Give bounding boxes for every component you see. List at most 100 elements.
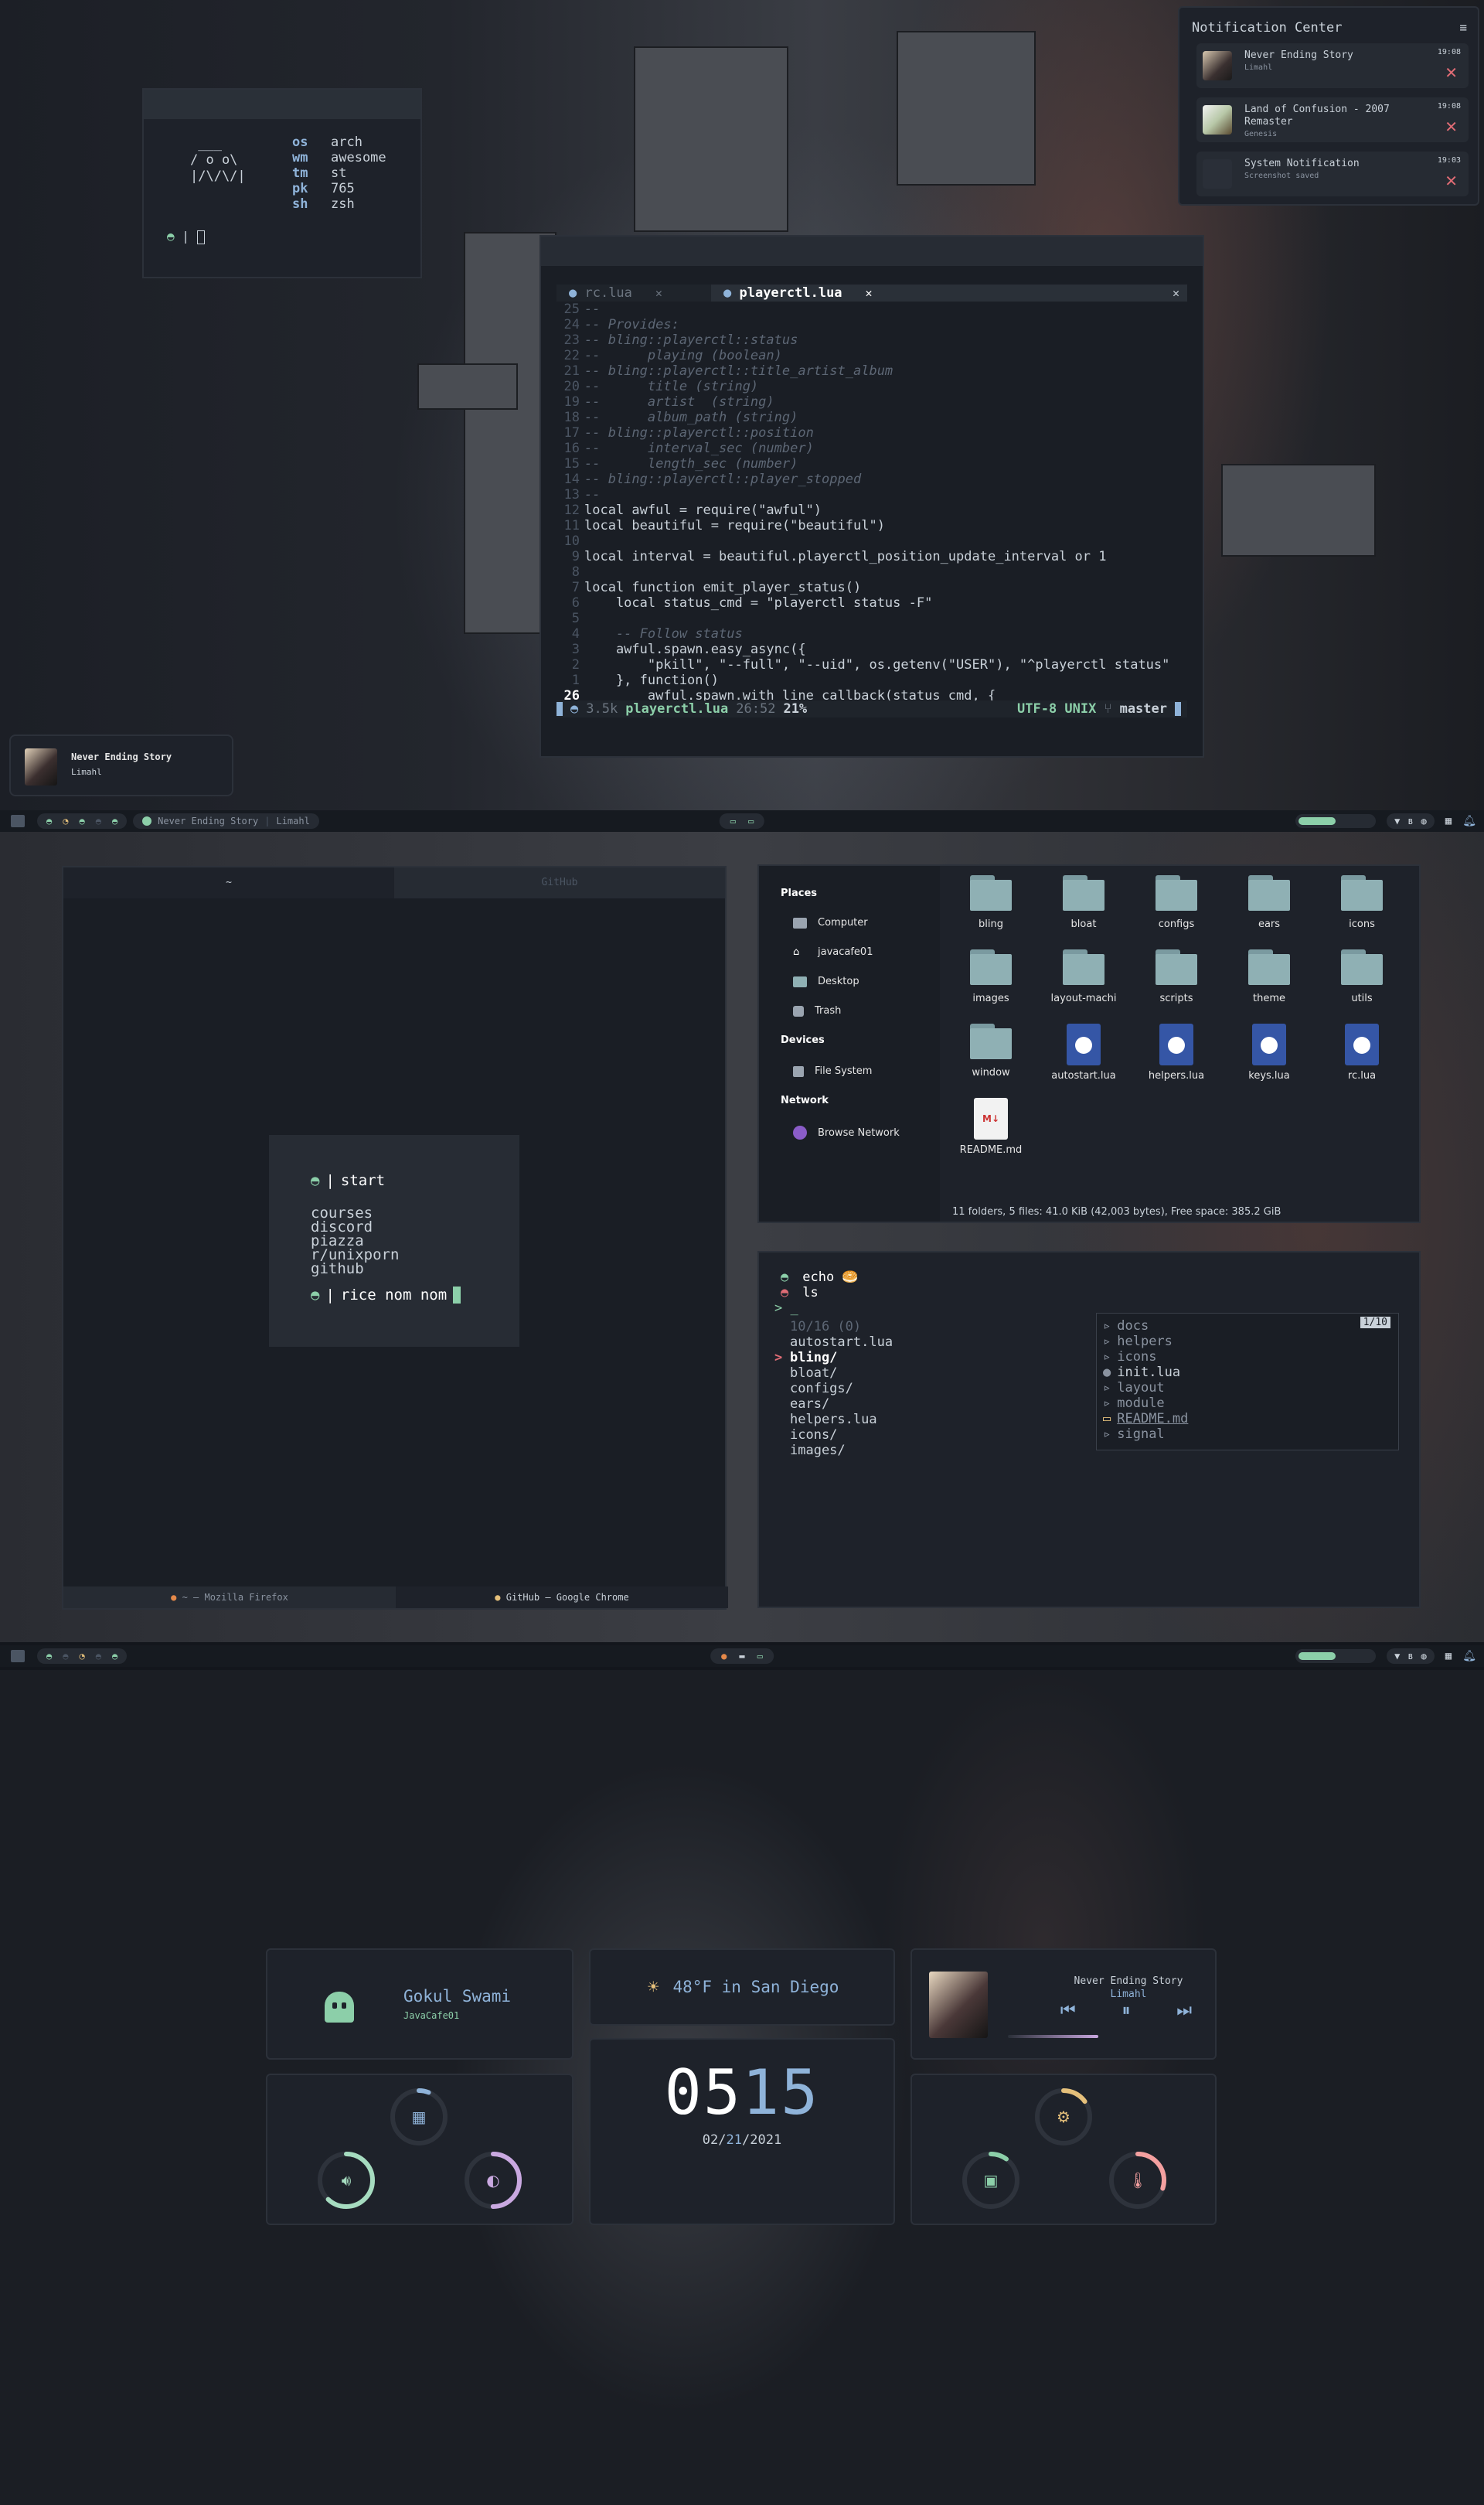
tab-playerctl-lua[interactable]: ● playerctl.lua ✕ (711, 285, 885, 302)
sidebar-item-home[interactable]: ⌂ javacafe01 (793, 946, 873, 958)
code-line[interactable]: 13 -- (556, 487, 1187, 503)
code-line[interactable]: 25 -- (556, 302, 1187, 317)
code-area[interactable]: 25 -- 24 -- Provides: 23 -- bling::playerctl:… (556, 302, 1187, 704)
code-line[interactable]: 12 local awful = require("awful") (556, 503, 1187, 518)
list-item[interactable]: bloat/ (790, 1365, 893, 1381)
file-item[interactable]: M↓ README.md (952, 1098, 1030, 1156)
file-item[interactable]: layout-machi (1045, 949, 1122, 1004)
sidebar-item-trash[interactable]: Trash (793, 1005, 841, 1017)
code-line[interactable]: 1 }, function() (556, 673, 1187, 688)
app-grid-icon[interactable]: ▦ (1445, 1650, 1452, 1662)
file-item[interactable]: utils (1323, 949, 1401, 1004)
file-item[interactable]: images (952, 949, 1030, 1004)
tag-ghost-icon[interactable]: ◓ (46, 1651, 52, 1661)
tag-ghost-icon[interactable]: ◓ (112, 1651, 117, 1661)
bluetooth-icon[interactable]: ʙ (1407, 816, 1413, 826)
tag-pacman-icon[interactable]: ◔ (63, 816, 68, 826)
tag-ghost-icon[interactable]: ◓ (46, 816, 52, 826)
tab-rc-lua[interactable]: ● rc.lua ✕ (556, 285, 711, 302)
tag-ghost-icon[interactable]: ◓ (112, 816, 117, 826)
tag-ghost-icon[interactable]: ◓ (79, 816, 84, 826)
close-icon[interactable]: ✕ (655, 285, 662, 302)
code-line[interactable]: 23 -- bling::playerctl::status (556, 332, 1187, 348)
terminal-task-icon[interactable]: ▭ (730, 816, 736, 826)
code-line[interactable]: 7 local function emit_player_status() (556, 580, 1187, 595)
file-item[interactable]: bling (952, 875, 1030, 930)
code-line[interactable]: 3 awful.spawn.easy_async({ (556, 642, 1187, 657)
file-item[interactable]: configs (1138, 875, 1215, 930)
close-icon[interactable]: ✕ (866, 285, 873, 302)
code-line[interactable]: 20 -- title (string) (556, 379, 1187, 394)
code-line[interactable]: 5 (556, 611, 1187, 626)
list-item[interactable]: ears/ (790, 1396, 893, 1412)
brightness-ring[interactable]: ◐ (462, 2149, 524, 2211)
terminal-task-icon[interactable]: ▭ (748, 816, 754, 826)
file-item[interactable]: helpers.lua (1138, 1024, 1215, 1082)
sidebar-item-filesystem[interactable]: File System (793, 1065, 872, 1077)
firefox-task[interactable]: ● ~ — Mozilla Firefox (63, 1586, 396, 1608)
firefox-task-icon[interactable]: ● (721, 1651, 727, 1661)
layout-icon[interactable] (11, 815, 25, 827)
code-line[interactable]: 19 -- artist (string) (556, 394, 1187, 410)
chrome-task[interactable]: ● GitHub — Google Chrome (396, 1586, 728, 1608)
browser-tab[interactable]: ~ (63, 867, 394, 898)
list-item-selected[interactable]: > bling/ (774, 1350, 893, 1365)
code-line[interactable]: 15 -- length_sec (number) (556, 456, 1187, 472)
start-link[interactable]: github (311, 1262, 399, 1276)
editor-titlebar[interactable] (541, 237, 1203, 266)
shell-prompt[interactable]: ◓ | (167, 229, 205, 244)
code-line[interactable]: 16 -- interval_sec (number) (556, 441, 1187, 456)
code-line[interactable]: 24 -- Provides: (556, 317, 1187, 332)
code-line[interactable]: 6 local status_cmd = "playerctl status -… (556, 595, 1187, 611)
file-item[interactable]: window (952, 1024, 1030, 1079)
layout-icon[interactable] (11, 1650, 25, 1662)
file-item[interactable]: icons (1323, 875, 1401, 930)
close-icon[interactable]: ✕ (1445, 118, 1458, 136)
now-playing[interactable]: Never Ending Story | Limahl (133, 813, 319, 829)
next-icon[interactable]: ⏭ (1176, 2001, 1192, 2020)
close-icon[interactable]: ✕ (1445, 63, 1458, 82)
sidebar-item-network[interactable]: Browse Network (793, 1126, 900, 1140)
code-line[interactable]: 17 -- bling::playerctl::position (556, 425, 1187, 441)
discord-icon[interactable]: ◍ (1421, 816, 1427, 826)
search-input[interactable]: ◓ | rice nom nom (311, 1287, 461, 1304)
file-item[interactable]: ears (1230, 875, 1308, 930)
code-line[interactable]: 22 -- playing (boolean) (556, 348, 1187, 363)
folder-task-icon[interactable]: ▬ (739, 1651, 744, 1661)
browser-tab[interactable]: GitHub (394, 867, 725, 898)
list-item[interactable]: helpers.lua (790, 1412, 893, 1427)
wifi-icon[interactable]: ▼ (1394, 816, 1400, 826)
tag-ghost-icon[interactable]: ◓ (63, 1651, 68, 1661)
wifi-icon[interactable]: ▼ (1394, 1651, 1400, 1661)
bluetooth-icon[interactable]: ʙ (1407, 1651, 1413, 1661)
app-grid-icon[interactable]: ▦ (1445, 815, 1452, 827)
code-line[interactable]: 10 (556, 533, 1187, 549)
code-line[interactable]: 11 local beautiful = require("beautiful") (556, 518, 1187, 533)
tag-pacman-icon[interactable]: ◔ (79, 1651, 84, 1661)
file-item[interactable]: bloat (1045, 875, 1122, 930)
list-item[interactable]: autostart.lua (790, 1334, 893, 1350)
notification-item[interactable]: Never Ending Story Limahl 19:08 ✕ (1196, 43, 1469, 88)
discord-icon[interactable]: ◍ (1421, 1651, 1427, 1661)
close-icon[interactable]: ✕ (1173, 285, 1187, 302)
close-icon[interactable]: ✕ (1445, 172, 1458, 190)
list-item[interactable]: icons/ (790, 1427, 893, 1443)
tag-ghost-icon[interactable]: ◓ (96, 816, 101, 826)
song-progress-bar[interactable] (1008, 2035, 1098, 2038)
code-line[interactable]: 4 -- Follow status (556, 626, 1187, 642)
bell-icon[interactable]: 🔔︎ (1462, 1650, 1476, 1662)
sidebar-item-computer[interactable]: Computer (793, 917, 868, 929)
volume-ring[interactable]: 🔊︎ (315, 2149, 377, 2211)
bell-icon[interactable]: 🔔︎ (1462, 815, 1476, 827)
file-item[interactable]: rc.lua (1323, 1024, 1401, 1082)
pause-icon[interactable]: ⏸ (1122, 2001, 1130, 2020)
music-popup[interactable]: Never Ending Story Limahl (9, 734, 233, 796)
list-item[interactable]: images/ (790, 1443, 893, 1458)
notification-item[interactable]: System Notification Screenshot saved 19:… (1196, 152, 1469, 196)
menu-icon[interactable]: ≡ (1459, 20, 1467, 35)
terminal-window[interactable]: ◓ echo 🥯 ◓ ls > _ 10/16 (0) autostart.lua … (757, 1251, 1421, 1608)
code-line[interactable]: 21 -- bling::playerctl::title_artist_albu… (556, 363, 1187, 379)
list-item[interactable]: configs/ (790, 1381, 893, 1396)
tag-ghost-icon[interactable]: ◓ (96, 1651, 101, 1661)
notification-item[interactable]: Land of Confusion - 2007 Remaster Genesi… (1196, 97, 1469, 142)
